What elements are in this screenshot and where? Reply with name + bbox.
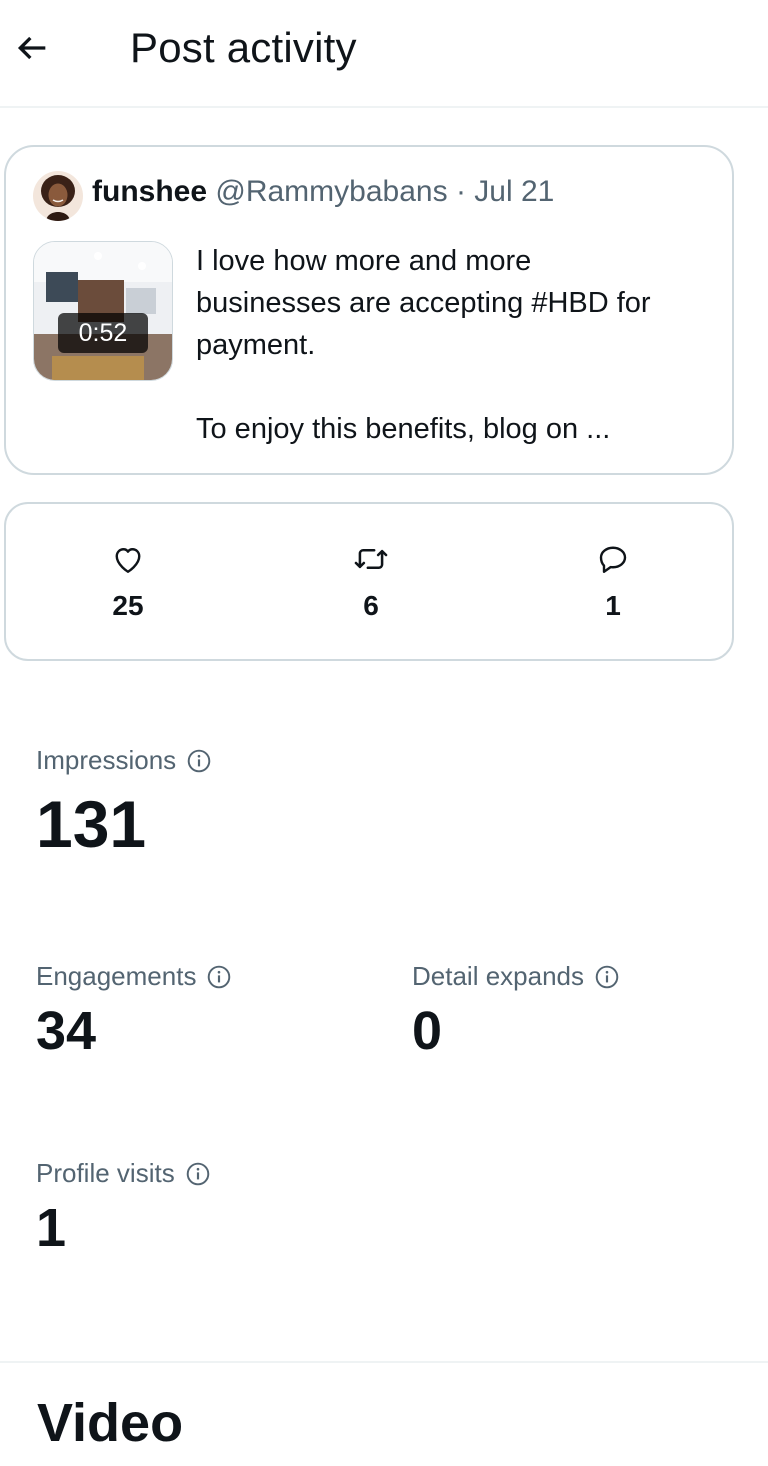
video-section-title: Video	[37, 1393, 184, 1453]
detail-expands-metric: Detail expands 0	[412, 961, 620, 1062]
impressions-metric: Impressions 131	[36, 745, 212, 862]
impressions-value: 131	[36, 787, 147, 861]
impressions-label: Impressions	[36, 745, 177, 775]
info-icon[interactable]	[206, 964, 232, 990]
heart-icon	[115, 548, 141, 573]
page-title: Post activity	[130, 24, 357, 71]
profile-visits-metric: Profile visits 1	[36, 1158, 211, 1259]
engagement-stats-card: 25 6 1	[4, 502, 734, 661]
post-card[interactable]: funshee @Rammybabans · Jul 21 0:52 I lov…	[4, 145, 734, 475]
post-text-line: To enjoy this benefits, blog on ...	[196, 413, 611, 445]
post-text-line: businesses are accepting #HBD for	[196, 287, 651, 319]
post-text-line: I love how more and more	[196, 245, 532, 277]
post-date: Jul 21	[474, 175, 555, 208]
arrow-left-icon	[17, 36, 46, 60]
replies-stat[interactable]: 1	[563, 540, 663, 622]
profile-visits-label: Profile visits	[36, 1158, 175, 1188]
author-name[interactable]: funshee	[92, 175, 207, 208]
separator-dot: ·	[455, 175, 466, 208]
info-icon[interactable]	[186, 748, 212, 774]
engagements-value: 34	[36, 1001, 97, 1061]
reposts-stat[interactable]: 6	[321, 540, 421, 622]
detail-expands-label: Detail expands	[412, 961, 584, 991]
replies-count: 1	[605, 590, 621, 621]
avatar[interactable]	[33, 171, 83, 221]
likes-stat[interactable]: 25	[78, 540, 178, 622]
detail-expands-value: 0	[412, 1001, 443, 1061]
reposts-count: 6	[363, 590, 379, 621]
top-app-bar: Post activity	[0, 0, 768, 108]
section-divider	[0, 1361, 768, 1363]
info-icon[interactable]	[594, 964, 620, 990]
post-text: I love how more and more businesses are …	[196, 240, 716, 450]
engagements-metric: Engagements 34	[36, 961, 232, 1062]
post-author-line: funshee @Rammybabans · Jul 21	[92, 175, 554, 209]
back-button[interactable]	[10, 26, 54, 70]
post-text-line: payment.	[196, 329, 316, 361]
engagements-label: Engagements	[36, 961, 197, 991]
repost-icon	[354, 549, 388, 569]
video-duration-badge: 0:52	[58, 313, 148, 353]
likes-count: 25	[112, 590, 144, 621]
info-icon[interactable]	[185, 1161, 211, 1187]
profile-visits-value: 1	[36, 1198, 67, 1258]
video-thumbnail[interactable]: 0:52	[33, 241, 173, 381]
author-handle[interactable]: @Rammybabans	[215, 175, 447, 208]
reply-icon	[599, 546, 627, 573]
